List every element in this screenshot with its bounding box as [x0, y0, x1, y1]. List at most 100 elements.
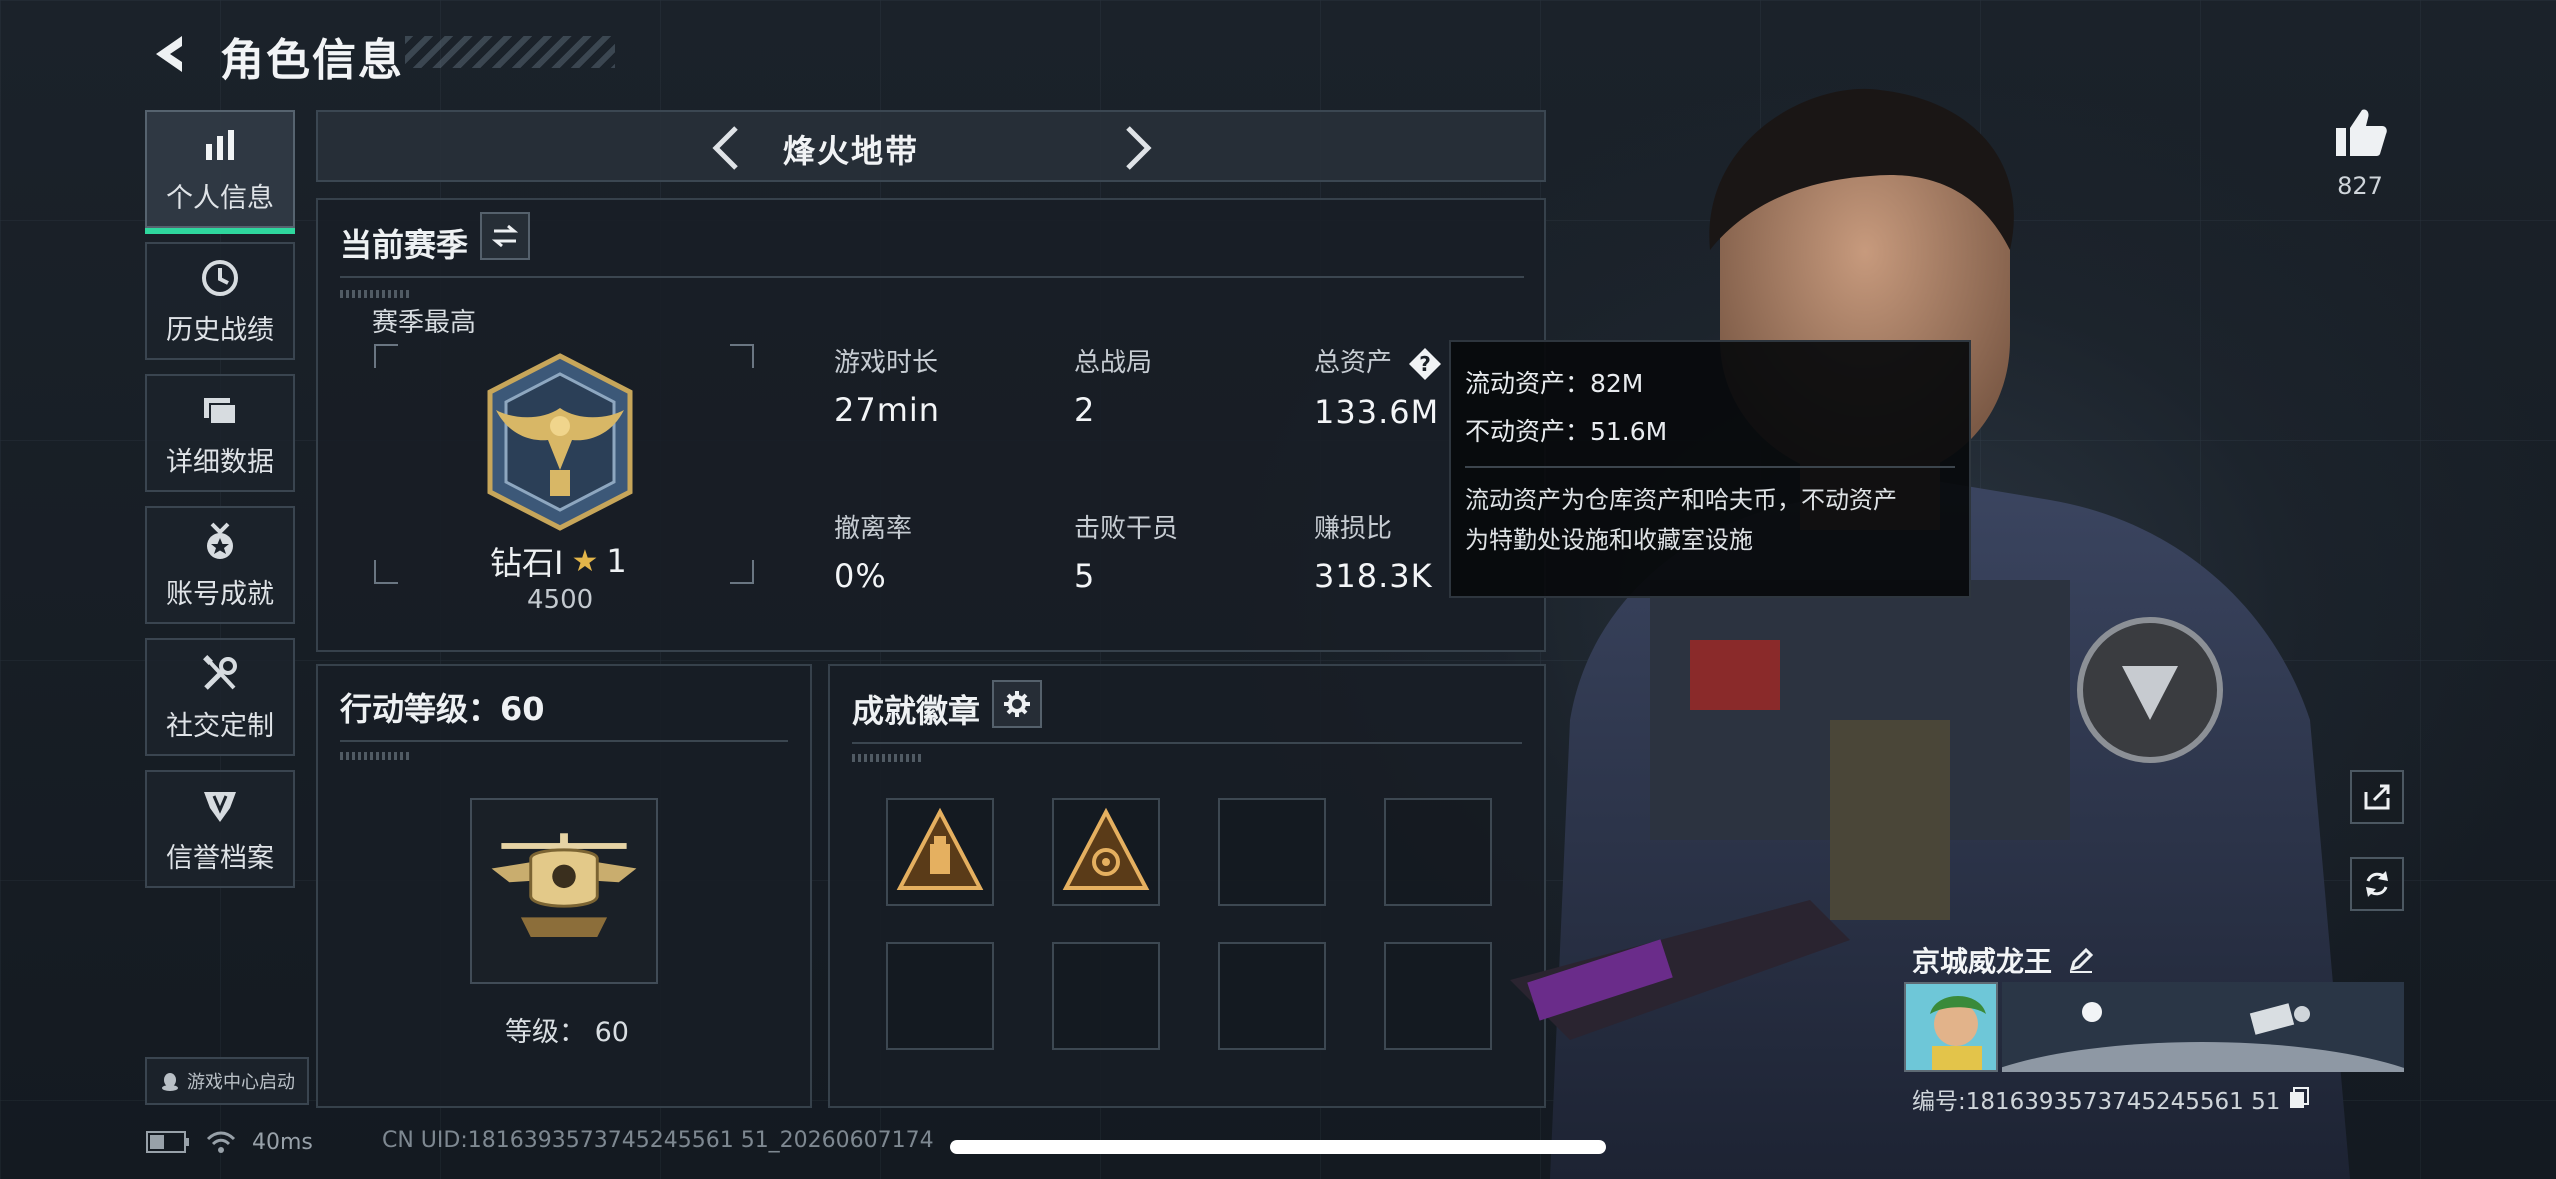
player-name: 京城威龙王: [1912, 945, 2053, 978]
profile-banner[interactable]: [2002, 982, 2404, 1072]
stat-label: 总资产: [1314, 348, 1393, 378]
stat-value: 2: [1074, 391, 1096, 429]
ping-value: 40ms: [252, 1129, 313, 1155]
rank-star-count: 1: [606, 542, 627, 580]
gear-icon: [1004, 691, 1030, 717]
decoration: [340, 752, 410, 760]
space-banner-image: [2002, 982, 2404, 1072]
rank-name: 钻石I ★ 1: [490, 538, 627, 584]
stat-extract-rate: 撤离率 0%: [834, 508, 912, 595]
stat-value: 318.3K: [1314, 557, 1433, 595]
rank-emblem-icon: [487, 353, 633, 531]
stat-play-time: 游戏时长 27min: [834, 342, 940, 429]
liquid-assets: 流动资产：82M: [1465, 369, 1644, 398]
home-indicator[interactable]: [950, 1140, 1606, 1154]
sidebar: 个人信息 历史战绩 详细数据 账号成就 社交定制 信誉档案: [145, 110, 297, 902]
rank-score-value: 4500: [527, 585, 594, 615]
back-button[interactable]: [146, 28, 198, 80]
sidebar-item-label: 详细数据: [166, 446, 274, 478]
sidebar-item-social-custom[interactable]: 社交定制: [145, 638, 295, 756]
title-decoration: [405, 36, 615, 68]
badges-settings-button[interactable]: [992, 680, 1042, 728]
level-divider: [340, 740, 788, 742]
game-center-button[interactable]: 游戏中心启动: [145, 1057, 309, 1105]
medal-icon: [198, 520, 242, 564]
sidebar-item-reputation[interactable]: 信誉档案: [145, 770, 295, 888]
stat-label-row: 总资产 ?: [1314, 342, 1442, 381]
game-center-label: 游戏中心启动: [187, 1072, 295, 1093]
helicopter-emblem-icon: [491, 833, 637, 937]
shield-badge-icon: [198, 784, 242, 828]
thumbs-up-icon: [2336, 109, 2387, 156]
decoration: [340, 290, 410, 298]
status-bar: 40ms: [146, 1128, 313, 1156]
sidebar-item-match-history[interactable]: 历史战绩: [145, 242, 295, 360]
qq-icon: [162, 1073, 178, 1091]
tooltip-desc-line2: 为特勤处设施和收藏室设施: [1465, 526, 1753, 554]
folder-icon: [198, 388, 242, 432]
stat-profit-ratio: 赚损比 318.3K: [1314, 508, 1433, 595]
frame-corner: [374, 344, 398, 368]
share-icon: [2364, 784, 2390, 810]
player-id: 编号:1816393573745245561 51: [1912, 1089, 2281, 1115]
stat-label: 击败干员: [1074, 514, 1179, 544]
sidebar-item-personal-info[interactable]: 个人信息: [145, 110, 295, 234]
stat-value: 0%: [834, 557, 887, 595]
stat-total-assets: 总资产 ? 133.6M: [1314, 342, 1442, 431]
stat-value: 133.6M: [1314, 392, 1440, 431]
stat-value: 5: [1074, 557, 1096, 595]
avatar[interactable]: [1904, 982, 1998, 1072]
badge-slot[interactable]: [1218, 798, 1326, 906]
like-button[interactable]: [2332, 104, 2388, 160]
badge-slot[interactable]: [1384, 942, 1492, 1050]
like-count: 827: [2337, 172, 2383, 200]
stat-label: 撤离率: [834, 514, 913, 544]
help-icon[interactable]: ?: [1408, 347, 1442, 381]
swap-icon: [491, 224, 519, 248]
sidebar-item-label: 个人信息: [166, 182, 274, 214]
badge-slot[interactable]: [1052, 942, 1160, 1050]
frame-corner: [730, 344, 754, 368]
clock-icon: [198, 256, 242, 300]
season-title: 当前赛季: [340, 226, 469, 264]
sidebar-item-achievements[interactable]: 账号成就: [145, 506, 295, 624]
svg-text:?: ?: [1419, 352, 1431, 376]
edit-icon[interactable]: [2066, 945, 2096, 975]
stat-label: 赚损比: [1314, 514, 1393, 544]
badge-slot[interactable]: [1218, 942, 1326, 1050]
player-name-row: 京城威龙王: [1912, 940, 2096, 980]
bar-chart-icon: [198, 124, 242, 168]
sidebar-item-detailed-data[interactable]: 详细数据: [145, 374, 295, 492]
share-button[interactable]: [2350, 770, 2404, 824]
frame-corner: [374, 560, 398, 584]
badge-slot[interactable]: [886, 942, 994, 1050]
rank-tier: 钻石I: [490, 544, 564, 582]
avatar-image: [1906, 984, 1996, 1070]
eye-badge-icon: [1062, 807, 1150, 890]
badges-title: 成就徽章: [852, 692, 981, 730]
tooltip-divider: [1465, 466, 1955, 468]
mode-title: 烽火地带: [782, 132, 919, 170]
copy-icon[interactable]: [2286, 1086, 2312, 1112]
badge-slot[interactable]: [1384, 798, 1492, 906]
badge-slot[interactable]: [886, 798, 994, 906]
frame-corner: [730, 560, 754, 584]
season-switch-button[interactable]: [480, 212, 530, 260]
badge-slot[interactable]: [1052, 798, 1160, 906]
level-caption: 等级： 60: [505, 1017, 629, 1048]
mode-next-button[interactable]: [1112, 124, 1160, 172]
sidebar-item-label: 账号成就: [166, 578, 274, 610]
refresh-button[interactable]: [2350, 857, 2404, 911]
stat-label: 总战局: [1074, 348, 1153, 378]
level-emblem-frame: [470, 798, 658, 984]
tooltip-desc-line1: 流动资产为仓库资产和哈夫币，不动资产: [1465, 486, 1897, 514]
sidebar-item-label: 信誉档案: [166, 842, 274, 874]
back-arrow-icon: [156, 36, 182, 72]
mode-selector: 烽火地带: [316, 110, 1546, 182]
badges-divider: [852, 742, 1522, 744]
fixed-assets: 不动资产：51.6M: [1465, 417, 1668, 446]
uid-text: CN UID:1816393573745245561 51_2026060717…: [382, 1128, 934, 1153]
warehouse-badge-icon: [896, 807, 984, 890]
tools-icon: [198, 652, 242, 696]
page-title: 角色信息: [220, 35, 404, 86]
